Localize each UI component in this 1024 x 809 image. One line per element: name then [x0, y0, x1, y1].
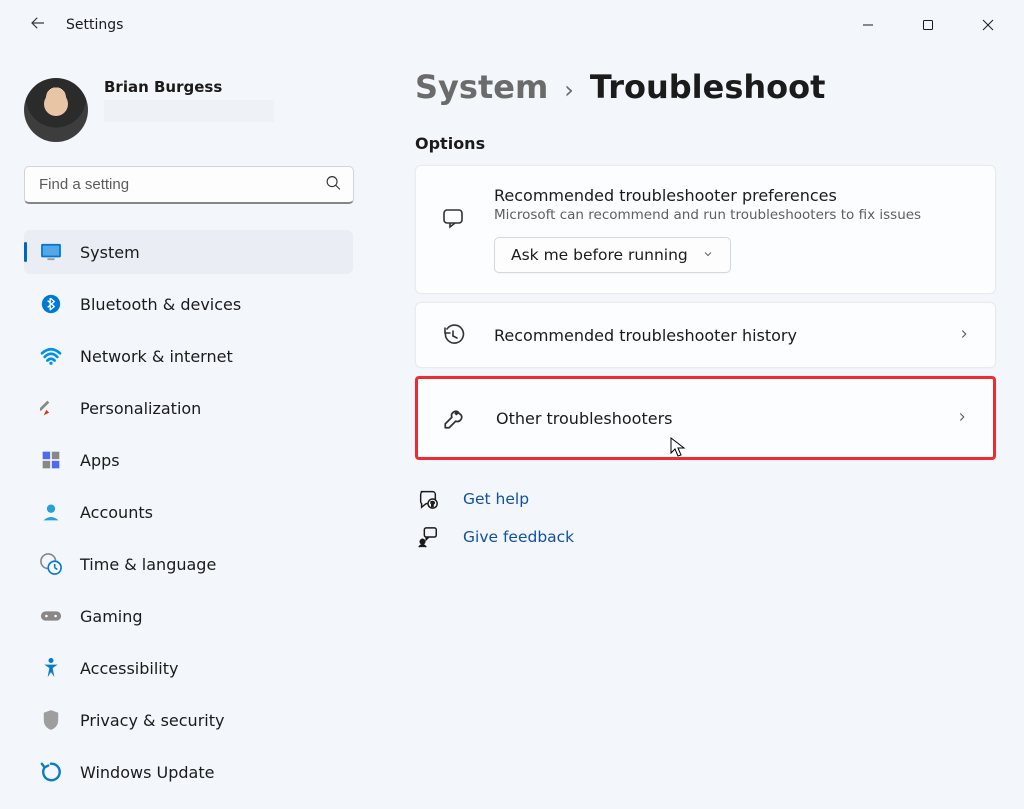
- titlebar: Settings: [0, 0, 1024, 50]
- apps-icon: [40, 449, 62, 471]
- sidebar-item-label: Bluetooth & devices: [80, 295, 241, 314]
- sidebar-item-label: Windows Update: [80, 763, 214, 782]
- breadcrumb: System › Troubleshoot: [415, 68, 996, 106]
- troubleshooter-preferences-card: Recommended troubleshooter preferences M…: [415, 165, 996, 294]
- search-icon: [325, 175, 342, 196]
- history-row[interactable]: Recommended troubleshooter history: [416, 303, 995, 367]
- sidebar-item-accounts[interactable]: Accounts: [24, 490, 353, 534]
- sidebar-item-system[interactable]: System: [24, 230, 353, 274]
- feedback-label[interactable]: Give feedback: [463, 528, 574, 546]
- back-button[interactable]: [18, 5, 58, 45]
- wrench-icon: [442, 405, 468, 431]
- sidebar-item-privacy[interactable]: Privacy & security: [24, 698, 353, 742]
- app-title: Settings: [66, 17, 123, 33]
- sidebar-item-label: Accessibility: [80, 659, 178, 678]
- sidebar-item-gaming[interactable]: Gaming: [24, 594, 353, 638]
- history-icon: [440, 323, 466, 347]
- sidebar-item-label: Network & internet: [80, 347, 233, 366]
- paintbrush-icon: [40, 397, 62, 419]
- pref-dropdown-value: Ask me before running: [511, 246, 688, 264]
- other-troubleshooters-card: Other troubleshooters: [415, 376, 996, 460]
- chevron-right-icon: [955, 409, 969, 428]
- accessibility-icon: [40, 657, 62, 679]
- window-controls: [838, 5, 1018, 45]
- nav-list: System Bluetooth & devices Network & int…: [24, 230, 365, 802]
- other-title: Other troubleshooters: [496, 409, 927, 428]
- give-feedback-link[interactable]: Give feedback: [415, 526, 996, 548]
- sidebar-item-network[interactable]: Network & internet: [24, 334, 353, 378]
- feedback-icon: [415, 526, 441, 548]
- chevron-right-icon: ›: [564, 76, 574, 104]
- shield-icon: [40, 709, 62, 731]
- close-icon: [982, 19, 994, 31]
- wifi-icon: [40, 345, 62, 367]
- chevron-right-icon: [957, 326, 971, 345]
- system-icon: [40, 241, 62, 263]
- update-icon: [40, 761, 62, 783]
- history-title: Recommended troubleshooter history: [494, 326, 929, 345]
- get-help-label[interactable]: Get help: [463, 490, 529, 508]
- sidebar-item-label: Gaming: [80, 607, 143, 626]
- maximize-button[interactable]: [898, 5, 958, 45]
- clock-globe-icon: [40, 553, 62, 575]
- other-troubleshooters-row[interactable]: Other troubleshooters: [418, 379, 993, 457]
- profile-email-redacted: [104, 100, 274, 122]
- person-icon: [40, 501, 62, 523]
- pref-dropdown[interactable]: Ask me before running: [494, 237, 731, 273]
- main-panel: System › Troubleshoot Options Recommende…: [365, 50, 1024, 809]
- minimize-icon: [862, 19, 874, 31]
- breadcrumb-parent[interactable]: System: [415, 68, 548, 106]
- sidebar-item-personalization[interactable]: Personalization: [24, 386, 353, 430]
- pref-title: Recommended troubleshooter preferences: [494, 186, 971, 205]
- maximize-icon: [922, 19, 934, 31]
- sidebar-item-label: Apps: [80, 451, 120, 470]
- sidebar-item-label: Personalization: [80, 399, 201, 418]
- profile-block[interactable]: Brian Burgess: [24, 78, 365, 142]
- back-arrow-icon: [29, 14, 47, 37]
- profile-name: Brian Burgess: [104, 78, 274, 96]
- chat-bubble-icon: [440, 206, 466, 230]
- avatar: [24, 78, 88, 142]
- troubleshooter-history-card: Recommended troubleshooter history: [415, 302, 996, 368]
- pref-subtitle: Microsoft can recommend and run troubles…: [494, 207, 971, 223]
- chevron-down-icon: [702, 246, 714, 264]
- options-heading: Options: [415, 134, 996, 153]
- sidebar-item-label: System: [80, 243, 140, 262]
- svg-text:?: ?: [430, 499, 434, 508]
- search-input[interactable]: [24, 166, 354, 204]
- minimize-button[interactable]: [838, 5, 898, 45]
- sidebar-item-label: Accounts: [80, 503, 153, 522]
- close-button[interactable]: [958, 5, 1018, 45]
- gamepad-icon: [40, 605, 62, 627]
- sidebar-item-accessibility[interactable]: Accessibility: [24, 646, 353, 690]
- help-icon: ?: [415, 488, 441, 510]
- sidebar-item-update[interactable]: Windows Update: [24, 750, 353, 794]
- bluetooth-icon: [40, 293, 62, 315]
- get-help-link[interactable]: ? Get help: [415, 488, 996, 510]
- breadcrumb-current: Troubleshoot: [590, 68, 826, 106]
- sidebar-item-apps[interactable]: Apps: [24, 438, 353, 482]
- sidebar-item-label: Time & language: [80, 555, 216, 574]
- sidebar-item-label: Privacy & security: [80, 711, 224, 730]
- sidebar-item-bluetooth[interactable]: Bluetooth & devices: [24, 282, 353, 326]
- sidebar: Brian Burgess System: [0, 50, 365, 809]
- footer-links: ? Get help Give feedback: [415, 488, 996, 548]
- sidebar-item-time[interactable]: Time & language: [24, 542, 353, 586]
